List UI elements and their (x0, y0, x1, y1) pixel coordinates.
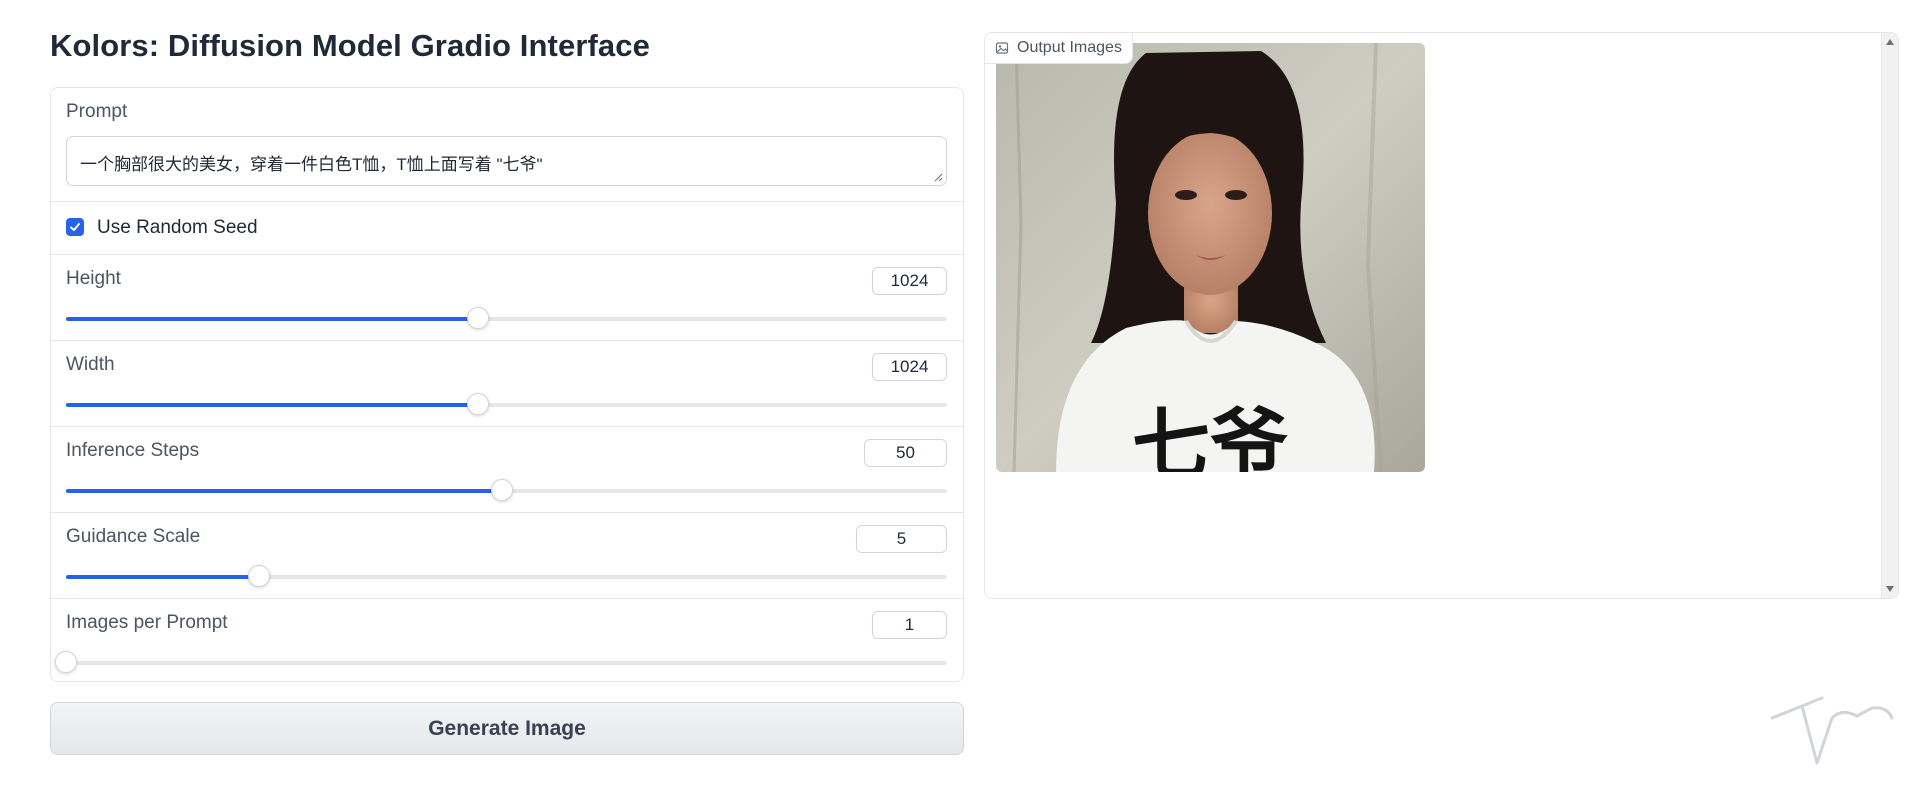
height-slider-block: Height 1024 (51, 255, 963, 341)
scroll-down-icon[interactable] (1886, 586, 1894, 592)
settings-panel: Prompt 一个胸部很大的美女，穿着一件白色T恤，T恤上面写着 "七爷" Us… (50, 87, 964, 682)
output-label-tag: Output Images (985, 33, 1133, 64)
steps-number-input[interactable]: 50 (864, 439, 947, 467)
steps-label: Inference Steps (66, 440, 200, 461)
prompt-label: Prompt (66, 101, 128, 122)
generate-image-button[interactable]: Generate Image (50, 702, 964, 755)
random-seed-checkbox[interactable] (66, 218, 84, 236)
images-slider-thumb[interactable] (55, 651, 77, 673)
prompt-block: Prompt 一个胸部很大的美女，穿着一件白色T恤，T恤上面写着 "七爷" (51, 88, 963, 202)
width-slider-block: Width 1024 (51, 341, 963, 427)
height-label: Height (66, 268, 121, 289)
steps-slider-fill (66, 489, 503, 493)
output-label: Output Images (1017, 39, 1122, 56)
width-number-input[interactable]: 1024 (872, 353, 947, 381)
generated-portrait-image: 七爷 (996, 43, 1425, 472)
image-icon (995, 42, 1009, 54)
output-scrollbar[interactable] (1881, 33, 1898, 598)
images-slider-track[interactable] (55, 651, 947, 673)
steps-slider-block: Inference Steps 50 (51, 427, 963, 513)
width-slider-thumb[interactable] (467, 393, 490, 415)
random-seed-block: Use Random Seed (51, 202, 963, 255)
images-number-input[interactable]: 1 (872, 611, 947, 639)
scroll-up-icon[interactable] (1886, 39, 1894, 45)
images-label: Images per Prompt (66, 612, 228, 633)
height-slider-track[interactable] (66, 307, 947, 329)
steps-slider-track[interactable] (66, 479, 947, 501)
height-slider-fill (66, 317, 479, 321)
height-number-input[interactable]: 1024 (872, 267, 947, 295)
width-label: Width (66, 354, 115, 375)
prompt-textarea[interactable]: 一个胸部很大的美女，穿着一件白色T恤，T恤上面写着 "七爷" (66, 136, 947, 186)
guidance-slider-block: Guidance Scale 5 (51, 513, 963, 599)
guidance-label: Guidance Scale (66, 526, 201, 547)
guidance-slider-track[interactable] (66, 565, 947, 587)
random-seed-label: Use Random Seed (97, 217, 258, 238)
guidance-slider-thumb[interactable] (247, 565, 270, 587)
guidance-slider-fill (66, 575, 259, 579)
generated-image[interactable]: 七爷 (996, 43, 1425, 472)
shirt-text: 七爷 (1132, 401, 1288, 472)
prompt-value: 一个胸部很大的美女，穿着一件白色T恤，T恤上面写着 "七爷" (80, 155, 543, 174)
images-slider-block: Images per Prompt 1 (51, 599, 963, 681)
checkmark-icon (70, 223, 80, 231)
width-slider-fill (66, 403, 479, 407)
width-slider-track[interactable] (66, 393, 947, 415)
page-title: Kolors: Diffusion Model Gradio Interface (50, 28, 650, 63)
steps-slider-thumb[interactable] (491, 479, 514, 501)
height-slider-thumb[interactable] (467, 307, 490, 329)
watermark-signature-icon (1770, 696, 1894, 765)
app-page: Kolors: Diffusion Model Gradio Interface… (0, 0, 1910, 794)
guidance-number-input[interactable]: 5 (856, 525, 947, 553)
output-gallery: Output Images 七爷 (984, 32, 1899, 599)
resize-handle-icon[interactable] (933, 172, 943, 182)
